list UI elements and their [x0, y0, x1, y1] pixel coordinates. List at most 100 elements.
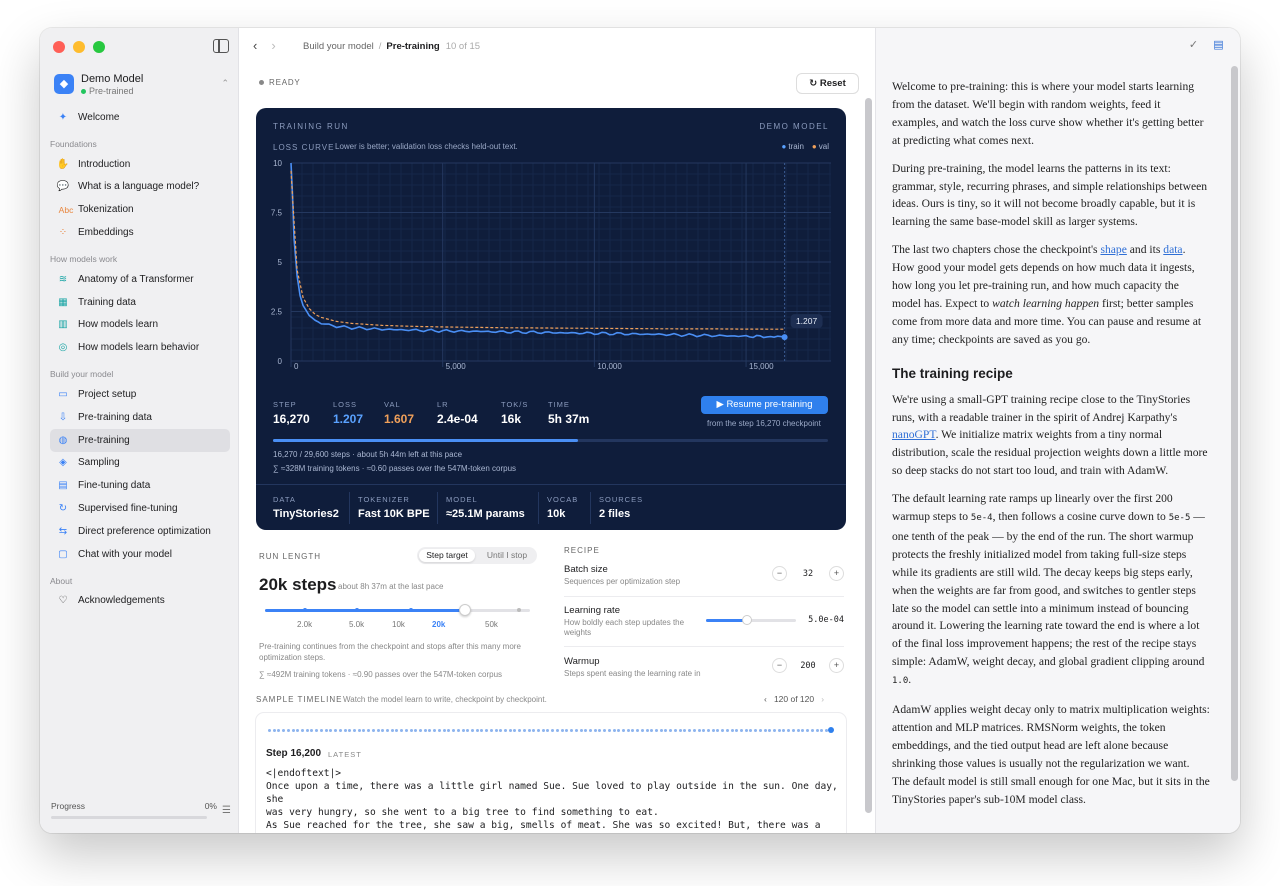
slider-tick[interactable]: [409, 608, 413, 612]
checkpoint-dot[interactable]: [555, 729, 559, 732]
current-checkpoint-dot[interactable]: [828, 727, 834, 733]
main-scrollbar-thumb[interactable]: [865, 98, 872, 813]
checkpoint-dot[interactable]: [268, 729, 271, 732]
warmup-decrement[interactable]: −: [772, 658, 787, 673]
reset-button[interactable]: ↻ Reset: [796, 73, 859, 94]
checkpoint-dot[interactable]: [277, 729, 281, 732]
sidebar-item-project-setup[interactable]: ▭ Project setup: [50, 383, 230, 406]
checkpoint-dot[interactable]: [338, 729, 342, 732]
checkpoint-dot[interactable]: [673, 729, 677, 732]
checkpoint-dot[interactable]: [546, 729, 550, 732]
checkpoint-dot[interactable]: [480, 729, 484, 732]
checkpoint-dot[interactable]: [551, 729, 555, 732]
checkpoint-dot[interactable]: [631, 729, 635, 732]
checkpoint-dot[interactable]: [286, 729, 290, 732]
book-icon[interactable]: ▤: [1211, 38, 1226, 53]
batch-size-increment[interactable]: +: [829, 566, 844, 581]
breadcrumb-parent[interactable]: Build your model: [303, 41, 374, 52]
slider-tick-label[interactable]: 10k: [392, 620, 405, 629]
reader-scrollbar[interactable]: [1231, 66, 1238, 781]
checkpoint-dot[interactable]: [504, 729, 507, 732]
checkpoint-dot[interactable]: [513, 729, 517, 732]
data-link[interactable]: data: [1163, 243, 1182, 256]
checkpoint-dot[interactable]: [437, 729, 441, 732]
checkpoint-dot[interactable]: [376, 729, 380, 732]
checkpoint-dot[interactable]: [603, 729, 607, 732]
checkpoint-dot[interactable]: [725, 729, 729, 732]
checkpoint-dot[interactable]: [291, 729, 295, 732]
checkpoint-dot[interactable]: [305, 729, 309, 732]
sidebar-item-how-models-learn-behavior[interactable]: ◎ How models learn behavior: [50, 336, 230, 359]
checkpoint-dot[interactable]: [754, 729, 758, 732]
checkmark-circle-icon[interactable]: ✓: [1186, 38, 1201, 53]
checkpoint-dot[interactable]: [367, 729, 371, 732]
checkpoint-dot[interactable]: [404, 729, 408, 732]
checkpoint-dot[interactable]: [433, 729, 437, 732]
slider-tick-label[interactable]: 50k: [485, 620, 498, 629]
checkpoint-dot[interactable]: [371, 729, 375, 732]
checkpoint-dot[interactable]: [522, 729, 526, 732]
checkpoint-dot[interactable]: [400, 729, 404, 732]
checkpoint-dot[interactable]: [692, 729, 696, 732]
checkpoint-dot[interactable]: [518, 729, 522, 732]
until-i-stop-option[interactable]: Until I stop: [479, 549, 535, 562]
sidebar-item-how-models-learn[interactable]: ▥ How models learn: [50, 314, 230, 337]
checkpoint-dot[interactable]: [584, 729, 588, 732]
checkpoint-dot[interactable]: [796, 729, 800, 732]
minimize-window-button[interactable]: [73, 41, 85, 53]
checkpoint-dot[interactable]: [740, 729, 743, 732]
checkpoint-dot[interactable]: [499, 729, 503, 732]
checkpoint-dot[interactable]: [773, 729, 777, 732]
checkpoint-dot[interactable]: [815, 729, 819, 732]
slider-tick[interactable]: [517, 608, 521, 612]
checkpoint-dot[interactable]: [282, 729, 286, 732]
checkpoint-dot[interactable]: [588, 729, 592, 732]
checkpoint-dot[interactable]: [381, 729, 385, 732]
sidebar-item-pre-training-data[interactable]: ⇩ Pre-training data: [50, 406, 230, 429]
checkpoint-dot[interactable]: [570, 729, 574, 732]
sidebar-item-anatomy-of-a-transformer[interactable]: ≋ Anatomy of a Transformer: [50, 268, 230, 291]
checkpoint-dot[interactable]: [319, 729, 323, 732]
run-length-slider[interactable]: [265, 604, 530, 616]
sidebar-item-training-data[interactable]: ▦ Training data: [50, 291, 230, 314]
slider-tick[interactable]: [355, 608, 359, 612]
checkpoint-dot[interactable]: [442, 729, 446, 732]
checkpoint-dot[interactable]: [348, 729, 352, 732]
checkpoint-dot[interactable]: [617, 729, 621, 732]
slider-tick-label[interactable]: 2.0k: [297, 620, 312, 629]
checkpoint-dot[interactable]: [489, 729, 493, 732]
checkpoint-dot[interactable]: [414, 729, 418, 732]
checkpoint-dot[interactable]: [678, 729, 682, 732]
checkpoint-dot[interactable]: [475, 729, 479, 732]
checkpoint-dot[interactable]: [409, 729, 413, 732]
checkpoint-dot[interactable]: [622, 729, 625, 732]
checkpoint-dot[interactable]: [598, 729, 602, 732]
checkpoint-dot[interactable]: [560, 729, 564, 732]
checkpoint-dot[interactable]: [787, 729, 791, 732]
sidebar-item-pre-training[interactable]: ◍ Pre-training: [50, 428, 230, 452]
checkpoint-dot[interactable]: [527, 729, 531, 732]
checkpoint-dot[interactable]: [664, 729, 668, 732]
resume-pretraining-button[interactable]: ▶ Resume pre-training: [701, 396, 828, 414]
checkpoint-dot[interactable]: [423, 729, 427, 732]
checkpoint-dot[interactable]: [456, 729, 460, 732]
batch-size-decrement[interactable]: −: [772, 566, 787, 581]
slider-tick[interactable]: [303, 608, 307, 612]
checkpoint-dot[interactable]: [593, 729, 597, 732]
checkpoint-dot[interactable]: [669, 729, 673, 732]
checkpoint-dot[interactable]: [541, 729, 545, 732]
checkpoint-dot[interactable]: [626, 729, 630, 732]
checkpoint-dot[interactable]: [329, 729, 333, 732]
checkpoint-dot[interactable]: [806, 729, 810, 732]
checkpoint-dot[interactable]: [494, 729, 498, 732]
checkpoint-dot[interactable]: [579, 729, 583, 732]
checkpoint-dot[interactable]: [532, 729, 536, 732]
sidebar-item-tokenization[interactable]: Abc Tokenization: [50, 198, 230, 221]
sidebar-item-introduction[interactable]: ✋ Introduction: [50, 153, 230, 176]
checkpoint-dot[interactable]: [310, 729, 314, 732]
checkpoint-dot[interactable]: [721, 729, 725, 732]
checkpoint-dot[interactable]: [272, 729, 276, 732]
checkpoint-dot[interactable]: [801, 729, 805, 732]
checkpoint-dot[interactable]: [777, 729, 781, 732]
checkpoint-dot[interactable]: [419, 729, 423, 732]
